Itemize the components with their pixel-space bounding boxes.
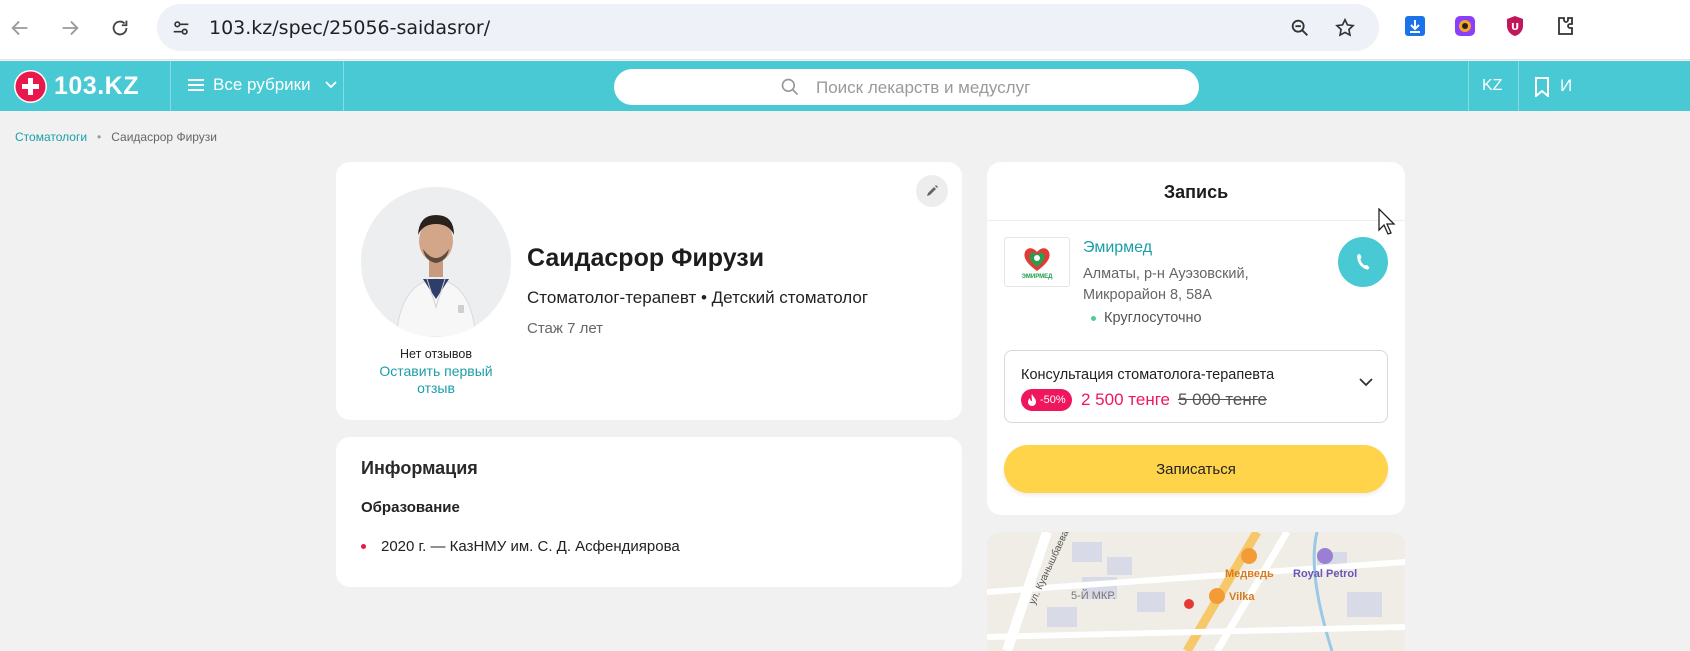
browser-toolbar: 103.kz/spec/25056-saidasror/ U xyxy=(0,0,1690,60)
breadcrumb-separator: • xyxy=(97,130,102,144)
map-label: Royal Petrol xyxy=(1293,568,1358,580)
pencil-icon xyxy=(927,185,938,196)
edit-button[interactable] xyxy=(916,175,948,207)
site-header: 103.KZ Все рубрики Поиск лекарств и меду… xyxy=(0,61,1690,111)
leave-review-link[interactable]: Оставить первый отзыв xyxy=(361,363,511,397)
map-label: Vilka xyxy=(1229,591,1255,603)
extension-icon[interactable] xyxy=(1452,13,1478,39)
education-title: Образование xyxy=(361,499,460,516)
open-status-dot xyxy=(1091,315,1096,321)
clinic-hours-text: Круглосуточно xyxy=(1104,310,1202,326)
clinic-logo-text: ЭМИРМЕД xyxy=(1021,273,1053,280)
zoom-icon[interactable] xyxy=(1286,14,1314,42)
doctor-name: Саидасрор Фирузи xyxy=(527,244,765,272)
breadcrumb: Стоматологи • Саидасрор Фирузи xyxy=(15,130,217,144)
menu-icon xyxy=(188,79,204,91)
price-old: 5 000 тенге xyxy=(1178,390,1267,409)
url-text: 103.kz/spec/25056-saidasror/ xyxy=(209,17,491,39)
search-icon xyxy=(781,78,799,96)
address-bar[interactable]: 103.kz/spec/25056-saidasror/ xyxy=(157,4,1379,51)
discount-text: -50% xyxy=(1040,394,1066,406)
cross-logo-icon xyxy=(14,69,47,103)
map-label: 5-Й МКР. xyxy=(1071,590,1116,602)
clinic-address: Алматы, р-н Ауэзовский, Микрорайон 8, 58… xyxy=(1083,266,1249,303)
info-card: Информация Образование 2020 г. — КазНМУ … xyxy=(336,437,962,587)
booking-card: Запись ЭМИРМЕД Эмирмед Алматы, р-н Ауэзо… xyxy=(987,162,1405,515)
header-divider xyxy=(170,61,171,111)
bullet-icon xyxy=(361,544,366,549)
rubrics-menu[interactable]: Все рубрики xyxy=(187,75,337,95)
phone-icon xyxy=(1357,253,1370,270)
booking-title: Запись xyxy=(1163,182,1229,202)
divider xyxy=(987,220,1405,221)
doctor-profile-card: Саидасрор Фирузи Стоматолог-терапевт • Д… xyxy=(336,162,962,420)
clinic-hours: Круглосуточно xyxy=(1091,310,1202,326)
language-switch[interactable]: KZ xyxy=(1482,77,1502,95)
doctor-specialties: Стоматолог-терапевт • Детский стоматолог xyxy=(527,288,869,307)
price-new: 2 500 тенге xyxy=(1081,390,1170,409)
download-icon[interactable] xyxy=(1402,13,1428,39)
header-divider xyxy=(1518,61,1519,111)
service-select[interactable]: Консультация стоматолога-терапевта -50% … xyxy=(1004,350,1388,423)
mouse-cursor-icon xyxy=(1378,208,1396,235)
chevron-down-icon xyxy=(1359,378,1373,387)
education-item-text: 2020 г. — КазНМУ им. С. Д. Асфендиярова xyxy=(381,538,680,555)
doctor-experience: Стаж 7 лет xyxy=(527,320,604,337)
doctor-avatar xyxy=(361,187,511,337)
fire-icon xyxy=(1028,394,1036,406)
svg-text:U: U xyxy=(1511,22,1519,33)
clinic-name-link[interactable]: Эмирмед xyxy=(1083,239,1152,257)
book-button[interactable]: Записаться xyxy=(1004,445,1388,493)
bookmarks-label-cut[interactable]: И xyxy=(1560,76,1572,96)
service-name: Консультация стоматолога-терапевта xyxy=(1021,367,1275,383)
forward-icon[interactable] xyxy=(54,12,86,44)
heart-logo-icon xyxy=(1024,247,1050,271)
search-placeholder: Поиск лекарств и медуслуг xyxy=(816,78,1031,97)
header-divider xyxy=(343,61,344,111)
chevron-down-icon xyxy=(324,81,337,89)
map-canvas xyxy=(987,532,1405,651)
breadcrumb-parent-link[interactable]: Стоматологи xyxy=(15,130,87,144)
clinic-logo[interactable]: ЭМИРМЕД xyxy=(1004,237,1070,287)
reload-icon[interactable] xyxy=(104,12,136,44)
breadcrumb-current: Саидасрор Фирузи xyxy=(111,130,218,144)
bookmark-icon[interactable] xyxy=(1534,77,1550,97)
search-input[interactable]: Поиск лекарств и медуслуг xyxy=(614,69,1199,105)
site-logo[interactable]: 103.KZ xyxy=(14,69,139,103)
education-item: 2020 г. — КазНМУ им. С. Д. Асфендиярова xyxy=(361,538,680,555)
star-icon[interactable] xyxy=(1331,14,1359,42)
site-info-icon[interactable] xyxy=(167,14,195,42)
info-title: Информация xyxy=(361,458,478,478)
header-divider xyxy=(1468,61,1469,111)
discount-badge: -50% xyxy=(1021,389,1072,411)
puzzle-icon[interactable] xyxy=(1552,13,1578,39)
reviews-count: Нет отзывов xyxy=(400,347,472,361)
map-label: Медведь xyxy=(1225,568,1274,580)
clinic-map[interactable]: Медведь Royal Petrol ул. Куанышбаева 5-Й… xyxy=(987,532,1405,651)
back-icon[interactable] xyxy=(4,12,36,44)
rubrics-label: Все рубрики xyxy=(213,75,311,94)
shield-extension-icon[interactable]: U xyxy=(1502,13,1528,39)
call-button[interactable] xyxy=(1338,237,1388,287)
logo-text: 103.KZ xyxy=(54,71,139,100)
